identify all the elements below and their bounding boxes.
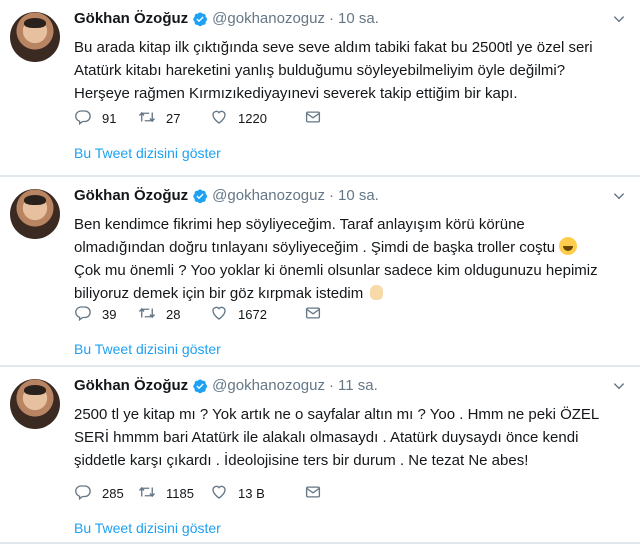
like-count: 1220	[238, 111, 267, 126]
like-count: 13 B	[238, 486, 265, 501]
tweet-text: Bu arada kitap ilk çıktığında seve seve …	[74, 36, 604, 105]
tweet-text: 2500 tl ye kitap mı ? Yok artık ne o say…	[74, 403, 604, 472]
verified-badge-icon	[192, 378, 208, 394]
show-thread-link[interactable]: Bu Tweet dizisini göster	[74, 145, 221, 161]
author-handle[interactable]: @gokhanozoguz	[212, 187, 325, 204]
direct-message-button[interactable]	[304, 108, 322, 129]
retweet-button[interactable]: 28	[138, 304, 210, 325]
tweet-actions: 285 1185 13 B	[74, 483, 322, 504]
direct-message-button[interactable]	[304, 483, 322, 504]
tweet-header: Gökhan Özoğuz @gokhanozoguz · 10 sa.	[74, 187, 379, 204]
retweet-count: 1185	[166, 486, 194, 501]
chevron-down-icon[interactable]	[612, 189, 626, 203]
tweet[interactable]: Gökhan Özoğuz @gokhanozoguz · 10 sa. Ben ken…	[0, 177, 640, 367]
tweet-text-line: olmadığından doğru tınlayanı söyliyeceği…	[74, 236, 604, 259]
reply-count: 39	[102, 307, 117, 322]
tweet-text-line: Ben kendimce fikrimi hep söyliyeceğim. T…	[74, 216, 525, 233]
show-thread-link[interactable]: Bu Tweet dizisini göster	[74, 341, 221, 357]
reply-icon	[74, 108, 92, 129]
waving-hand-emoji-icon	[367, 283, 385, 301]
retweet-button[interactable]: 27	[138, 108, 210, 129]
heart-icon	[210, 108, 228, 129]
avatar[interactable]	[10, 189, 60, 239]
tweet-timestamp[interactable]: 10 sa.	[338, 10, 379, 27]
tweet[interactable]: Gökhan Özoğuz @gokhanozoguz · 10 sa. Bu arad…	[0, 0, 640, 177]
tweet-text-line: biliyoruz demek için bir göz kırpmak ist…	[74, 282, 604, 305]
retweet-icon	[138, 483, 156, 504]
heart-icon	[210, 483, 228, 504]
tweet-text-line: Çok mu önemli ? Yoo yoklar ki önemli ols…	[74, 262, 598, 279]
heart-icon	[210, 304, 228, 325]
tweet-text-line: Bu arada kitap ilk çıktığında seve seve …	[74, 39, 593, 56]
reply-count: 285	[102, 486, 124, 501]
reply-button[interactable]: 91	[74, 108, 138, 129]
retweet-icon	[138, 108, 156, 129]
tweet-text-line: Atatürk kitabı hareketini yanlış bulduğu…	[74, 62, 566, 79]
reply-icon	[74, 304, 92, 325]
author-handle[interactable]: @gokhanozoguz	[212, 10, 325, 27]
avatar[interactable]	[10, 379, 60, 429]
tweet-header: Gökhan Özoğuz @gokhanozoguz · 10 sa.	[74, 10, 379, 27]
reply-count: 91	[102, 111, 117, 126]
show-thread-link[interactable]: Bu Tweet dizisini göster	[74, 520, 221, 536]
avatar[interactable]	[10, 12, 60, 62]
author-handle[interactable]: @gokhanozoguz	[212, 377, 325, 394]
reply-button[interactable]: 39	[74, 304, 138, 325]
tweet[interactable]: Gökhan Özoğuz @gokhanozoguz · 11 sa. 2500 tl…	[0, 367, 640, 544]
grinning-face-emoji-icon	[559, 237, 578, 255]
tweet-text-line: 2500 tl ye kitap mı ? Yok artık ne o say…	[74, 406, 600, 423]
like-button[interactable]: 13 B	[210, 483, 304, 504]
author-name[interactable]: Gökhan Özoğuz	[74, 377, 188, 394]
author-name[interactable]: Gökhan Özoğuz	[74, 10, 188, 27]
chevron-down-icon[interactable]	[612, 379, 626, 393]
reply-icon	[74, 483, 92, 504]
tweet-text-line: SERİ hmmm bari Atatürk ile alakalı olmas…	[74, 429, 579, 446]
envelope-icon	[304, 483, 322, 504]
like-button[interactable]: 1672	[210, 304, 304, 325]
reply-button[interactable]: 285	[74, 483, 138, 504]
tweet-text: Ben kendimce fikrimi hep söyliyeceğim. T…	[74, 213, 604, 305]
retweet-count: 28	[166, 307, 181, 322]
retweet-icon	[138, 304, 156, 325]
retweet-count: 27	[166, 111, 181, 126]
tweet-text-line: şiddetle karşı çıkardı . İdeolojisine te…	[74, 452, 529, 469]
tweet-text-line: Herşeye rağmen Kırmızıkediyayınevi sever…	[74, 85, 518, 102]
tweet-actions: 91 27 1220	[74, 108, 322, 129]
chevron-down-icon[interactable]	[612, 12, 626, 26]
envelope-icon	[304, 304, 322, 325]
separator-dot: ·	[328, 187, 334, 204]
direct-message-button[interactable]	[304, 304, 322, 325]
tweet-timestamp[interactable]: 11 sa.	[338, 377, 378, 394]
like-button[interactable]: 1220	[210, 108, 304, 129]
author-name[interactable]: Gökhan Özoğuz	[74, 187, 188, 204]
tweet-actions: 39 28 1672	[74, 304, 322, 325]
separator-dot: ·	[328, 10, 334, 27]
separator-dot: ·	[328, 377, 334, 394]
tweet-timestamp[interactable]: 10 sa.	[338, 187, 379, 204]
verified-badge-icon	[192, 188, 208, 204]
retweet-button[interactable]: 1185	[138, 483, 210, 504]
tweet-header: Gökhan Özoğuz @gokhanozoguz · 11 sa.	[74, 377, 378, 394]
envelope-icon	[304, 108, 322, 129]
like-count: 1672	[238, 307, 267, 322]
verified-badge-icon	[192, 11, 208, 27]
tweet-timeline: Gökhan Özoğuz @gokhanozoguz · 10 sa. Bu arad…	[0, 0, 640, 544]
